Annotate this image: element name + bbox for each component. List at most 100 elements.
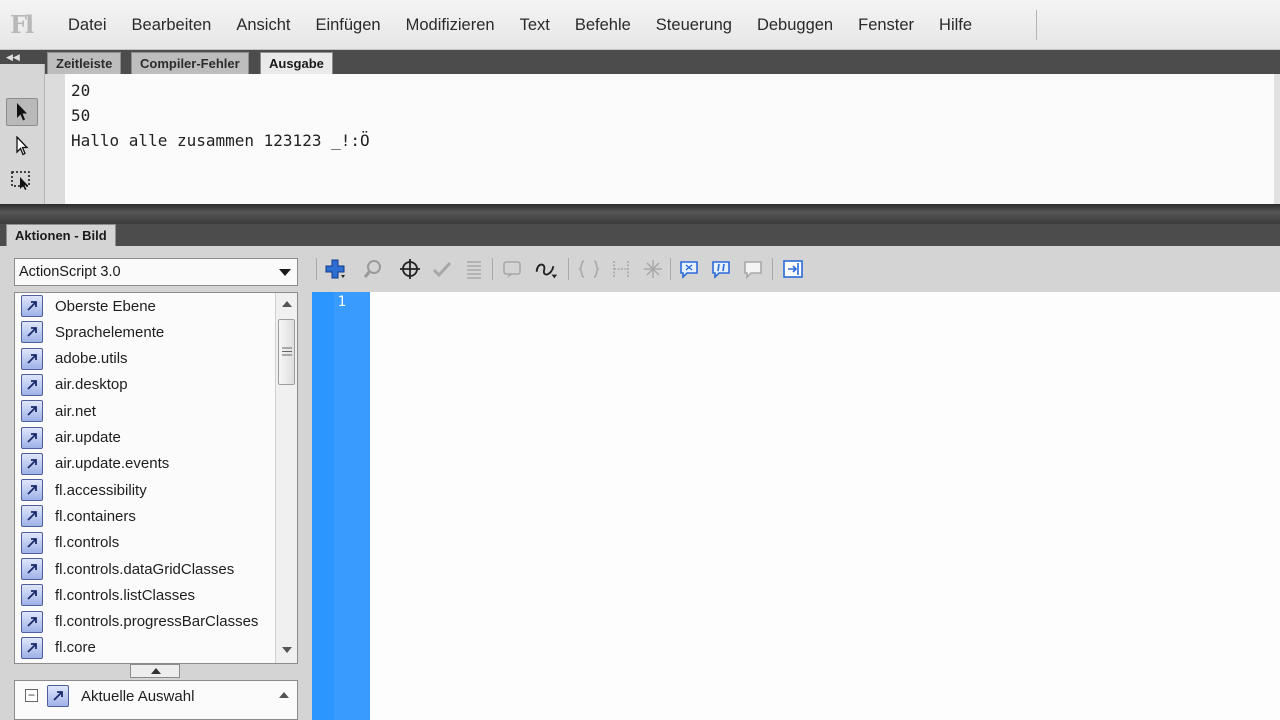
menu-befehle[interactable]: Befehle (562, 0, 643, 50)
tree-item[interactable]: fl.core (21, 635, 96, 661)
actions-panel-header: Aktionen - Bild (0, 224, 1280, 246)
tree-item[interactable]: adobe.utils (21, 346, 128, 372)
remove-comment-icon[interactable] (740, 256, 766, 282)
actionscript-version-select[interactable]: ActionScript 3.0 (14, 258, 298, 286)
output-line: 50 (71, 106, 91, 125)
tree-item[interactable]: fl.containers (21, 503, 136, 529)
collapse-between-braces-icon[interactable] (576, 256, 602, 282)
tree-item[interactable]: air.update (21, 425, 121, 451)
main-menu: Datei Bearbeiten Ansicht Einfügen Modifi… (55, 0, 984, 50)
toolbar-separator (670, 258, 671, 280)
book-icon (47, 685, 69, 707)
tree-item[interactable]: Oberste Ebene (21, 293, 156, 319)
menu-ansicht[interactable]: Ansicht (223, 0, 302, 50)
app-logo: Fl (10, 10, 34, 39)
actions-panel-tab[interactable]: Aktionen - Bild (6, 224, 116, 246)
tree-item-label: fl.core (55, 639, 96, 657)
tree-item-label: fl.controls.listClasses (55, 586, 196, 604)
menu-debuggen[interactable]: Debuggen (744, 0, 845, 50)
output-line: 20 (71, 81, 91, 100)
tab-zeitleiste[interactable]: Zeitleiste (47, 52, 122, 74)
selection-tool-icon[interactable] (6, 98, 38, 126)
editor-gutter[interactable] (312, 292, 334, 720)
menu-hilfe[interactable]: Hilfe (926, 0, 984, 50)
book-icon (21, 610, 43, 633)
scroll-up-icon[interactable] (279, 692, 289, 698)
debug-options-icon[interactable] (533, 256, 559, 282)
script-navigator: − Aktuelle Auswahl (14, 680, 298, 720)
output-area[interactable]: 20 50 Hallo alle zusammen 123123 _!:Ö (45, 74, 1280, 204)
tree-splitter-handle[interactable] (130, 664, 180, 678)
scroll-up-icon[interactable] (282, 301, 292, 307)
menu-modifizieren[interactable]: Modifizieren (393, 0, 507, 50)
auto-format-icon[interactable] (461, 256, 487, 282)
tree-item-label: air.net (55, 402, 96, 420)
apply-block-comment-icon[interactable] (676, 256, 702, 282)
tree-item[interactable]: air.desktop (21, 372, 128, 398)
tree-item[interactable]: fl.controls.dataGridClasses (21, 556, 234, 582)
show-code-hint-icon[interactable] (500, 256, 526, 282)
menu-bearbeiten[interactable]: Bearbeiten (119, 0, 224, 50)
actionscript-version-value: ActionScript 3.0 (19, 264, 121, 280)
free-transform-tool-icon[interactable] (6, 166, 38, 194)
toolbar-separator (568, 258, 569, 280)
menu-text[interactable]: Text (507, 0, 562, 50)
menu-datei[interactable]: Datei (55, 0, 119, 50)
menu-separator (1036, 10, 1037, 40)
script-editor[interactable] (370, 292, 1280, 720)
tree-item[interactable]: Sprachelemente (21, 319, 164, 345)
panel-divider[interactable] (0, 204, 1280, 224)
book-icon (21, 295, 43, 317)
book-icon (21, 373, 43, 396)
book-icon (21, 531, 43, 554)
book-icon (21, 558, 43, 580)
tree-item[interactable]: fl.controls (21, 530, 119, 556)
book-icon (21, 636, 43, 659)
collapse-node-icon[interactable]: − (25, 689, 38, 702)
output-tab-bar: Zeitleiste Compiler-Fehler Ausgabe (45, 50, 1280, 74)
tree-item-label: fl.controls.dataGridClasses (55, 560, 235, 578)
menu-fenster[interactable]: Fenster (845, 0, 926, 50)
current-selection-label[interactable]: Aktuelle Auswahl (81, 688, 194, 705)
find-icon[interactable] (360, 256, 386, 282)
tree-item-label: air.desktop (55, 376, 128, 394)
output-scrollbar[interactable] (1274, 74, 1280, 204)
book-icon (21, 426, 43, 449)
collapse-panel-button[interactable]: ◀◀ (0, 50, 45, 64)
tree-item-label: fl.controls (55, 534, 120, 552)
book-icon (21, 347, 43, 370)
expand-all-icon[interactable] (640, 256, 666, 282)
apply-line-comment-icon[interactable] (708, 256, 734, 282)
tree-item-label: air.update.events (55, 455, 170, 473)
tree-scroll-thumb[interactable] (278, 319, 295, 385)
book-icon (21, 452, 43, 475)
tree-item[interactable]: fl.accessibility (21, 477, 147, 503)
check-syntax-icon[interactable] (429, 256, 455, 282)
menu-steuerung[interactable]: Steuerung (643, 0, 744, 50)
tree-item[interactable]: air.update.events (21, 451, 169, 477)
tree-item-label: fl.containers (55, 507, 136, 525)
tree-item[interactable]: air.net (21, 398, 96, 424)
chevron-down-icon (279, 269, 291, 276)
tree-item-label: Sprachelemente (55, 323, 165, 341)
tree-scrollbar[interactable] (275, 293, 297, 663)
line-number: 1 (337, 294, 346, 310)
book-icon (21, 479, 43, 502)
actions-toolbox-tree: Oberste Ebene Sprachelemente adobe.utils ai… (14, 292, 298, 664)
target-path-icon[interactable] (397, 256, 423, 282)
tab-ausgabe[interactable]: Ausgabe (260, 52, 333, 74)
show-hide-toolbox-icon[interactable] (780, 256, 806, 282)
toolbar-separator (492, 258, 493, 280)
book-icon (21, 321, 43, 344)
scroll-down-icon[interactable] (282, 647, 292, 653)
tree-item-label: air.update (55, 429, 121, 446)
tree-item[interactable]: fl.controls.listClasses (21, 582, 195, 608)
add-statement-icon[interactable] (323, 256, 349, 282)
book-icon (21, 505, 43, 528)
menu-einfuegen[interactable]: Einfügen (302, 0, 392, 50)
collapse-selection-icon[interactable] (608, 256, 634, 282)
tab-compiler-fehler[interactable]: Compiler-Fehler (131, 52, 249, 74)
subselection-tool-icon[interactable] (6, 132, 38, 160)
book-icon (21, 584, 43, 607)
tree-item[interactable]: fl.controls.progressBarClasses (21, 609, 258, 635)
